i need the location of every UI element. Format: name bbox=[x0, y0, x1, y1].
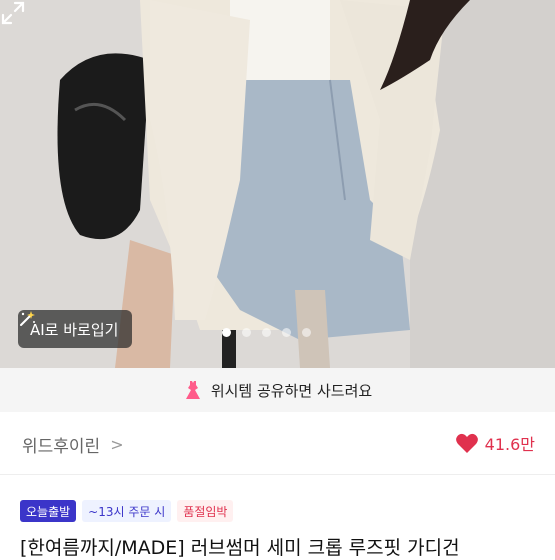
badge-order-cutoff: ~13시 주문 시 bbox=[82, 500, 172, 522]
product-badges: 오늘출발 ~13시 주문 시 품절임박 bbox=[20, 500, 234, 522]
badge-low-stock: 품절임박 bbox=[177, 500, 234, 522]
magic-wand-icon bbox=[20, 311, 35, 326]
carousel-dot[interactable] bbox=[302, 328, 311, 337]
carousel-dot[interactable] bbox=[282, 328, 291, 337]
carousel-dot[interactable] bbox=[222, 328, 231, 337]
shop-info-row: 위드후이린 > 41.6만 bbox=[0, 412, 555, 475]
fullscreen-expand-icon[interactable] bbox=[0, 0, 26, 26]
carousel-dot[interactable] bbox=[242, 328, 251, 337]
product-photo[interactable]: AI로 바로입기 bbox=[0, 0, 555, 368]
carousel-indicator bbox=[222, 328, 311, 337]
shop-link[interactable]: 위드후이린 > bbox=[22, 432, 124, 457]
dress-icon bbox=[185, 381, 200, 399]
like-count: 41.6만 bbox=[484, 435, 535, 454]
chevron-right-icon: > bbox=[110, 435, 124, 454]
badge-today-shipping: 오늘출발 bbox=[20, 500, 77, 522]
wishlist-share-banner[interactable]: 위시템 공유하면 사드려요 bbox=[0, 368, 555, 412]
ai-try-on-button[interactable]: AI로 바로입기 bbox=[18, 310, 133, 348]
heart-icon bbox=[455, 433, 478, 453]
share-banner-text: 위시템 공유하면 사드려요 bbox=[210, 381, 373, 400]
product-title: [한여름까지/MADE] 러브썸머 세미 크롭 루즈핏 가디건 bbox=[20, 537, 460, 559]
ai-try-on-label: AI로 바로입기 bbox=[30, 320, 119, 339]
like-button[interactable]: 41.6만 bbox=[455, 431, 535, 455]
carousel-dot[interactable] bbox=[262, 328, 271, 337]
shop-name: 위드후이린 bbox=[22, 437, 101, 457]
